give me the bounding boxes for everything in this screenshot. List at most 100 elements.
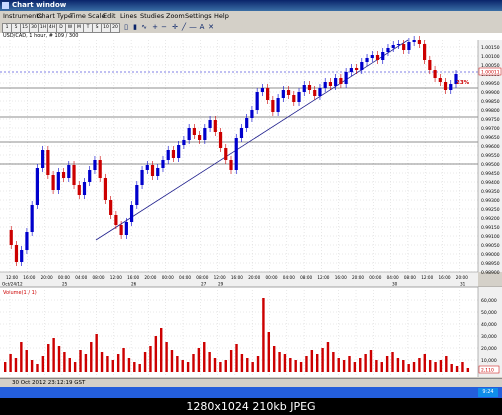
candle-body <box>56 172 60 190</box>
volume-bar <box>450 364 453 372</box>
volume-bar <box>272 346 276 372</box>
image-viewer-caption: 1280x1024 210kb JPEG <box>0 398 502 415</box>
volume-axis-label: 50,000 <box>481 310 497 316</box>
volume-bar <box>203 342 206 372</box>
volume-bar <box>133 362 136 372</box>
candle-body <box>182 140 186 145</box>
volume-bar <box>224 360 227 372</box>
date-axis-label: 25 <box>62 282 68 287</box>
volume-bar <box>332 352 335 372</box>
date-axis-label: Oct/24/12 <box>2 282 23 287</box>
volume-bar <box>359 358 362 372</box>
candle-body <box>438 78 442 82</box>
candle-body <box>9 230 13 245</box>
volume-bar <box>208 352 211 372</box>
volume-bar <box>316 354 319 372</box>
candle-body <box>281 90 285 98</box>
price-axis-label: 0.99300 <box>481 198 500 204</box>
volume-bar <box>170 350 174 372</box>
time-axis-label: 20:00 <box>248 275 260 280</box>
candle-body <box>370 55 374 58</box>
volume-bar <box>445 356 448 372</box>
volume-bar <box>428 360 432 372</box>
volume-bar <box>149 346 152 372</box>
volume-bar <box>299 362 303 372</box>
volume-bar <box>466 368 470 372</box>
time-axis-label: 08:00 <box>404 275 416 280</box>
candle-body <box>271 100 275 112</box>
volume-bar <box>455 366 459 372</box>
candle-body <box>344 72 348 84</box>
volume-bar <box>353 362 357 372</box>
candle-body <box>381 52 385 60</box>
candle-body <box>334 78 338 86</box>
candle-body <box>365 58 369 62</box>
volume-bar <box>52 338 55 372</box>
candle-body <box>407 42 411 50</box>
volume-bar <box>41 356 45 372</box>
price-axis-label: 0.99600 <box>481 144 500 150</box>
candle-body <box>166 150 170 160</box>
candle-body <box>443 82 448 90</box>
candle-body <box>25 232 29 250</box>
candle-body <box>213 120 217 132</box>
volume-bar <box>9 354 12 372</box>
candle-body <box>51 175 55 190</box>
candle-body <box>224 148 228 160</box>
price-axis-label: 0.99350 <box>481 189 500 195</box>
candle-body <box>386 48 390 52</box>
price-axis-label: 0.99200 <box>481 216 500 222</box>
volume-bar <box>407 364 410 372</box>
volume-bar <box>213 358 217 372</box>
volume-bar <box>30 360 34 372</box>
volume-bar <box>305 356 308 372</box>
candle-body <box>318 88 322 96</box>
candle-body <box>375 55 380 60</box>
volume-bar <box>278 352 281 372</box>
candle-body <box>260 88 264 92</box>
candle-body <box>20 250 24 262</box>
candle-body <box>129 205 134 222</box>
volume-axis-label: 60,000 <box>481 298 497 304</box>
time-axis-label: 00:00 <box>266 275 278 280</box>
candle-body <box>171 150 176 158</box>
time-axis-label: 04:00 <box>283 275 295 280</box>
price-axis-label: 0.99950 <box>481 81 500 87</box>
candle-body <box>156 168 160 176</box>
price-axis-label: 0.99900 <box>481 90 500 96</box>
candle-body <box>428 60 432 70</box>
candle-body <box>423 44 427 60</box>
volume-bar <box>116 354 120 372</box>
volume-bar <box>423 354 427 372</box>
volume-bar <box>310 350 314 372</box>
candle-body <box>203 128 207 140</box>
taskbar: 9:24 PM <box>0 387 502 404</box>
volume-bar <box>160 328 163 372</box>
volume-bar <box>246 358 249 372</box>
volume-bar <box>289 358 292 372</box>
date-axis-label: 27 <box>201 282 207 287</box>
price-axis-label: 0.99250 <box>481 207 500 213</box>
time-axis-label: 00:00 <box>162 275 174 280</box>
volume-bar <box>127 358 131 372</box>
candle-body <box>218 132 223 148</box>
percent-annotation: 23% <box>456 80 470 86</box>
price-chart[interactable]: 23% 1.001501.001001.000501.000000.999500… <box>0 0 502 378</box>
volume-bar <box>337 358 340 372</box>
candle-body <box>349 68 353 72</box>
volume-bar <box>4 362 7 372</box>
price-axis-label: 1.00100 <box>481 54 500 60</box>
time-axis-label: 12:00 <box>214 275 226 280</box>
candle-body <box>292 95 296 102</box>
candle-body <box>417 40 421 44</box>
time-axis-label: 20:00 <box>144 275 156 280</box>
candle-body <box>229 160 233 170</box>
date-axis-label: 26 <box>131 282 137 287</box>
candle-body <box>402 44 406 50</box>
price-axis-label: 0.99450 <box>481 171 500 177</box>
volume-bar <box>251 362 254 372</box>
volume-bar <box>63 352 66 372</box>
price-axis-label: 0.99800 <box>481 108 500 114</box>
candle-body <box>77 185 81 195</box>
candle-body <box>449 84 453 90</box>
